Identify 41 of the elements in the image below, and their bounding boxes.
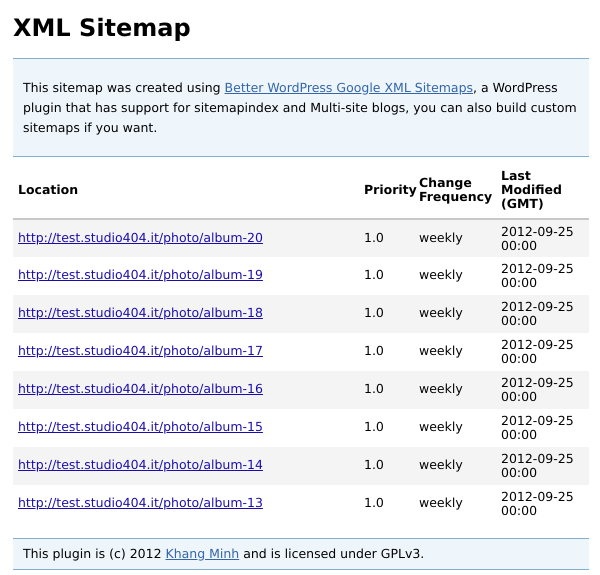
date-text: 2012-09-25 00:00 (501, 262, 575, 290)
location-link[interactable]: http://test.studio404.it/photo/album-18 (18, 305, 263, 320)
date-text: 2012-09-25 00:00 (501, 376, 575, 404)
date-text: 2012-09-25 00:00 (501, 452, 575, 480)
location-link[interactable]: http://test.studio404.it/photo/album-13 (18, 495, 263, 510)
author-link[interactable]: Khang Minh (166, 546, 240, 561)
location-link[interactable]: http://test.studio404.it/photo/album-19 (18, 267, 263, 282)
date-text: 2012-09-25 00:00 (501, 300, 575, 328)
page-title: XML Sitemap (13, 13, 192, 44)
priority-text: 1.0 (364, 343, 384, 358)
location-link[interactable]: http://test.studio404.it/photo/album-17 (18, 343, 263, 358)
date-text: 2012-09-25 00:00 (501, 224, 575, 252)
priority-text: 1.0 (364, 267, 384, 282)
priority-text: 1.0 (364, 230, 384, 245)
priority-text: 1.0 (364, 419, 384, 434)
priority-text: 1.0 (364, 381, 384, 396)
column-header: Last Modified (GMT) (501, 168, 562, 211)
date-text: 2012-09-25 00:00 (501, 490, 575, 518)
column-header: Change Frequency (419, 175, 492, 204)
location-link[interactable]: http://test.studio404.it/photo/album-16 (18, 381, 263, 396)
location-link[interactable]: http://test.studio404.it/photo/album-14 (18, 457, 263, 472)
frequency-text: weekly (419, 495, 463, 510)
location-link[interactable]: http://test.studio404.it/photo/album-20 (18, 230, 263, 245)
footer-text: This plugin is (c) 2012 Khang Minh and is licensed under GPLv3. (23, 544, 424, 563)
frequency-text: weekly (419, 457, 463, 472)
location-link[interactable]: http://test.studio404.it/photo/album-15 (18, 419, 263, 434)
priority-text: 1.0 (364, 305, 384, 320)
frequency-text: weekly (419, 230, 463, 245)
column-header: Location (18, 182, 78, 197)
frequency-text: weekly (419, 419, 463, 434)
intro-text: This sitemap was created using Better WordPress Google XML Sitemaps, a WordPress plugin that has support for sitemapindex and Multi-site blogs, you can also build custom sitemaps if you want. (23, 79, 578, 137)
frequency-text: weekly (419, 381, 463, 396)
priority-text: 1.0 (364, 457, 384, 472)
frequency-text: weekly (419, 267, 463, 282)
date-text: 2012-09-25 00:00 (501, 414, 575, 442)
plugin-link[interactable]: Better WordPress Google XML Sitemaps (224, 80, 474, 95)
frequency-text: weekly (419, 305, 463, 320)
column-header: Priority (364, 182, 417, 197)
priority-text: 1.0 (364, 495, 384, 510)
frequency-text: weekly (419, 343, 463, 358)
date-text: 2012-09-25 00:00 (501, 338, 575, 366)
